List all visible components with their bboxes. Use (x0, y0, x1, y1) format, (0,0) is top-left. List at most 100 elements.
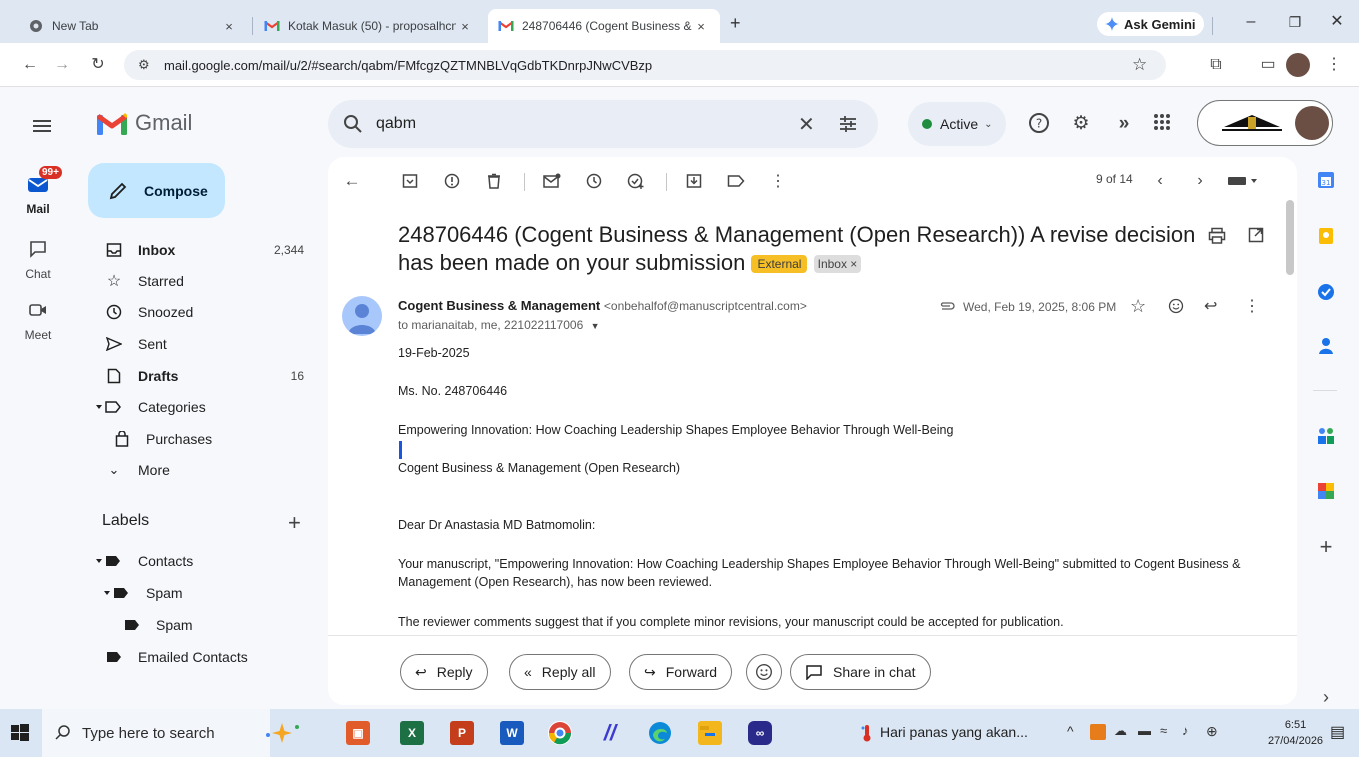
language-icon[interactable]: ⊕ (1206, 723, 1218, 740)
compose-button[interactable]: Compose (88, 163, 225, 218)
reply-button[interactable]: ↩ Reply (400, 654, 488, 690)
restore-icon[interactable]: ❐ (1280, 10, 1310, 34)
file-explorer-icon[interactable] (698, 721, 722, 745)
nav-drafts[interactable]: Drafts 16 (88, 360, 320, 391)
site-settings-icon[interactable]: ⚙ (138, 57, 150, 73)
tab-close-icon[interactable]: × (456, 19, 474, 34)
recipients-line[interactable]: to marianaitab, me, 221022117006 ▼ (398, 318, 600, 332)
rail-chat[interactable]: Chat (4, 233, 72, 281)
star-icon[interactable]: ☆ (1130, 296, 1146, 317)
powerpoint-icon[interactable]: P (450, 721, 474, 745)
rail-mail[interactable]: 99+ Mail (4, 166, 72, 216)
help-icon[interactable]: ? (1028, 112, 1052, 136)
main-menu-icon[interactable] (30, 114, 54, 138)
excel-icon[interactable]: X (400, 721, 424, 745)
move-to-icon[interactable] (684, 171, 704, 191)
battery-icon[interactable]: ▬ (1138, 723, 1151, 738)
print-icon[interactable] (1208, 227, 1226, 245)
tab-close-icon[interactable]: × (692, 19, 710, 34)
tab-current-email[interactable]: 248706446 (Cogent Business & × (488, 9, 720, 43)
status-selector[interactable]: Active ⌄ (908, 102, 1006, 146)
windows-start-icon[interactable] (10, 723, 30, 743)
pdf-app-icon[interactable]: ▣ (346, 721, 370, 745)
report-spam-icon[interactable] (442, 171, 462, 191)
search-icon[interactable] (342, 113, 364, 135)
scrollbar-thumb[interactable] (1286, 200, 1294, 275)
workspace-addon-icon[interactable] (1315, 425, 1337, 447)
chrome-icon[interactable] (548, 721, 572, 745)
volume-icon[interactable]: ♪ (1182, 723, 1189, 738)
calendar-icon[interactable]: 31 (1315, 169, 1337, 191)
older-chevron-icon[interactable]: › (1190, 171, 1210, 191)
add-label-icon[interactable]: + (288, 510, 301, 536)
extensions-icon[interactable]: ⧉ (1204, 53, 1228, 77)
apps-grid-icon[interactable] (1152, 112, 1176, 136)
reply-arrow-icon[interactable]: ↩ (1204, 296, 1217, 316)
bookmark-star-icon[interactable]: ☆ (1132, 55, 1147, 75)
sender-avatar[interactable] (342, 296, 382, 336)
clear-search-icon[interactable]: ✕ (798, 112, 815, 137)
notifications-icon[interactable]: ▤ (1330, 722, 1345, 742)
sender-name[interactable]: Cogent Business & Management (398, 298, 600, 313)
label-contacts[interactable]: Contacts (88, 545, 320, 576)
tab-close-icon[interactable]: × (220, 19, 238, 34)
mark-unread-icon[interactable] (542, 171, 562, 191)
get-addons-plus-icon[interactable]: + (1315, 534, 1337, 559)
label-as-icon[interactable] (726, 171, 746, 191)
tab-new-tab[interactable]: New Tab × (18, 9, 248, 43)
keep-icon[interactable] (1315, 225, 1337, 247)
share-in-chat-button[interactable]: Share in chat (790, 654, 931, 690)
tray-app-icon[interactable] (1090, 724, 1106, 740)
word-icon[interactable]: W (500, 721, 524, 745)
newer-chevron-icon[interactable]: ‹ (1150, 171, 1170, 191)
open-new-window-icon[interactable] (1248, 227, 1264, 243)
snooze-clock-icon[interactable] (584, 171, 604, 191)
back-to-search-icon[interactable]: ← (342, 171, 362, 191)
browser-menu-icon[interactable]: ⋮ (1322, 53, 1346, 77)
taskbar-clock[interactable]: 6:51 27/04/2026 (1268, 717, 1323, 749)
inbox-label-chip[interactable]: Inbox × (813, 255, 862, 274)
nav-starred[interactable]: ☆ Starred (88, 265, 320, 296)
contacts-icon[interactable] (1315, 335, 1337, 357)
minimize-icon[interactable]: – (1236, 10, 1266, 34)
emoji-reaction-button[interactable] (746, 654, 782, 690)
cloud-icon[interactable]: ☁ (1114, 723, 1127, 739)
account-switcher[interactable] (1197, 100, 1333, 146)
meeting-app-icon[interactable]: ∞ (748, 721, 772, 745)
slash-app-icon[interactable]: // (598, 720, 622, 745)
tasks-icon[interactable] (1315, 281, 1337, 303)
reply-all-button[interactable]: « Reply all (509, 654, 611, 690)
label-emailed-contacts[interactable]: Emailed Contacts (88, 641, 320, 672)
message-more-icon[interactable]: ⋮ (1244, 296, 1260, 316)
tab-kotak-masuk[interactable]: Kotak Masuk (50) - proposalhcn × (254, 9, 484, 43)
nav-purchases[interactable]: Purchases (96, 423, 328, 454)
weather-text[interactable]: Hari panas yang akan... (880, 724, 1028, 740)
emoji-react-icon[interactable] (1168, 298, 1184, 314)
delete-trash-icon[interactable] (484, 171, 504, 191)
reload-icon[interactable]: ↻ (86, 53, 110, 77)
archive-icon[interactable] (400, 171, 420, 191)
show-details-icon[interactable]: ▼ (591, 321, 600, 331)
taskbar-search-box[interactable]: Type here to search (42, 709, 299, 757)
add-to-tasks-icon[interactable] (626, 171, 646, 191)
settings-gear-icon[interactable]: ⚙ (1069, 112, 1093, 136)
nav-more[interactable]: ⌄ More (88, 454, 320, 485)
expand-panel-chevron-icon[interactable]: › (1315, 686, 1337, 708)
search-input[interactable] (376, 112, 796, 136)
profile-avatar[interactable] (1286, 53, 1310, 77)
forward-arrow-icon[interactable]: → (50, 53, 74, 77)
nav-snoozed[interactable]: Snoozed (88, 296, 320, 327)
ask-gemini-button[interactable]: Ask Gemini (1097, 12, 1204, 36)
nav-sent[interactable]: Sent (88, 328, 320, 359)
sparkle-widget-icon[interactable] (262, 721, 302, 745)
gmail-logo[interactable]: Gmail (97, 110, 192, 136)
label-spam-child[interactable]: Spam (106, 609, 338, 640)
gemini-tools-icon[interactable]: » (1112, 112, 1136, 136)
more-options-icon[interactable]: ⋮ (768, 171, 788, 191)
new-tab-button[interactable]: + (730, 13, 741, 34)
side-panel-icon[interactable]: ▭ (1256, 53, 1280, 77)
nav-categories[interactable]: Categories (88, 391, 320, 422)
wifi-icon[interactable]: ≈ (1160, 723, 1167, 738)
close-window-icon[interactable]: ✕ (1322, 10, 1352, 34)
edge-icon[interactable] (648, 721, 672, 745)
